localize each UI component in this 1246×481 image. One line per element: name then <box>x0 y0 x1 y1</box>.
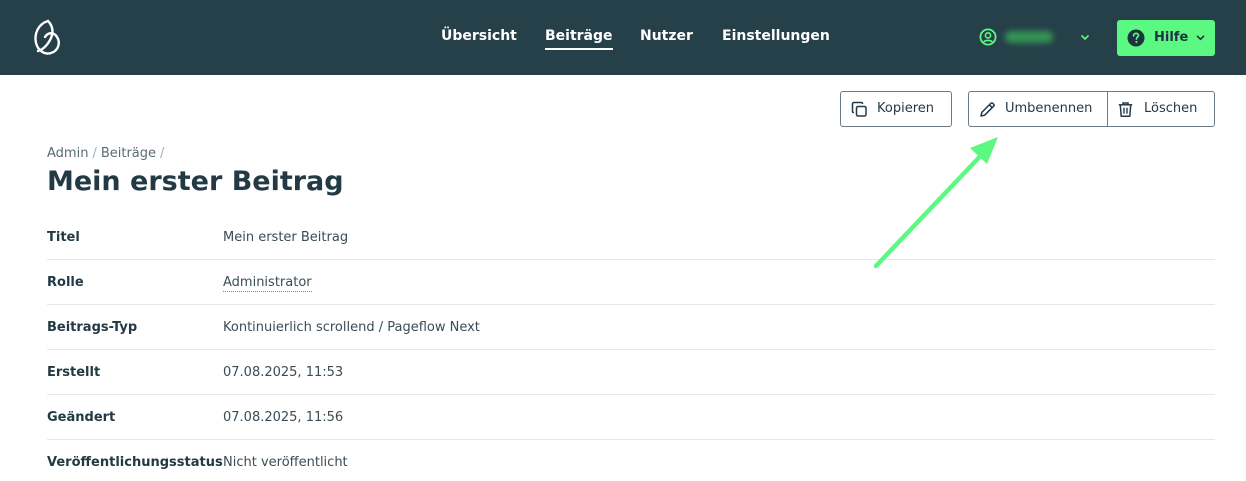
detail-value: Mein erster Beitrag <box>223 230 349 245</box>
detail-label: Geändert <box>47 410 116 425</box>
breadcrumb-item-posts[interactable]: Beiträge <box>101 146 156 161</box>
user-name-redacted <box>1005 31 1053 43</box>
detail-row-created: Erstellt 07.08.2025, 11:53 <box>47 350 1215 395</box>
detail-label: Beitrags-Typ <box>47 320 138 335</box>
pencil-icon <box>980 102 995 117</box>
delete-button[interactable]: Löschen <box>1107 91 1215 127</box>
user-circle-icon <box>979 28 997 46</box>
detail-row-type: Beitrags-Typ Kontinuierlich scrollend / … <box>47 305 1215 350</box>
detail-value: Kontinuierlich scrollend / Pageflow Next <box>223 320 480 335</box>
breadcrumb-separator: / <box>92 146 97 161</box>
copy-icon <box>851 101 867 117</box>
detail-row-role: Rolle Administrator <box>47 260 1215 305</box>
rename-label: Umbenennen <box>1005 101 1093 116</box>
detail-value: Nicht veröffentlicht <box>223 455 348 470</box>
detail-row-modified: Geändert 07.08.2025, 11:56 <box>47 395 1215 440</box>
detail-label: Veröffentlichungsstatus <box>47 455 223 470</box>
detail-label: Titel <box>47 230 80 245</box>
detail-value-role[interactable]: Administrator <box>223 275 312 292</box>
trash-icon <box>1118 102 1133 117</box>
copy-button[interactable]: Kopieren <box>840 91 952 127</box>
top-navigation-bar: Übersicht Beiträge Nutzer Einstellungen … <box>0 0 1246 75</box>
nav-item-users[interactable]: Nutzer <box>640 28 693 44</box>
question-circle-icon <box>1127 29 1145 47</box>
detail-label: Erstellt <box>47 365 101 380</box>
detail-label: Rolle <box>47 275 84 290</box>
rename-button[interactable]: Umbenennen <box>968 91 1108 127</box>
help-button[interactable]: Hilfe <box>1117 20 1215 56</box>
delete-label: Löschen <box>1144 101 1198 116</box>
detail-row-publication-status: Veröffentlichungsstatus Nicht veröffentl… <box>47 440 1215 481</box>
chevron-down-icon <box>1080 34 1090 41</box>
help-label: Hilfe <box>1154 30 1189 45</box>
detail-value: 07.08.2025, 11:56 <box>223 410 344 425</box>
nav-item-overview[interactable]: Übersicht <box>441 28 517 44</box>
breadcrumb-item-admin[interactable]: Admin <box>47 146 88 161</box>
nav-item-settings[interactable]: Einstellungen <box>722 28 830 44</box>
detail-row-title: Titel Mein erster Beitrag <box>47 215 1215 260</box>
page-title: Mein erster Beitrag <box>47 166 344 197</box>
breadcrumb: Admin / Beiträge / <box>47 146 168 161</box>
nav-item-posts[interactable]: Beiträge <box>545 28 613 50</box>
copy-label: Kopieren <box>877 101 934 116</box>
user-menu[interactable] <box>979 27 1094 47</box>
breadcrumb-separator: / <box>160 146 165 161</box>
chevron-down-icon <box>1196 35 1205 41</box>
detail-value: 07.08.2025, 11:53 <box>223 365 344 380</box>
